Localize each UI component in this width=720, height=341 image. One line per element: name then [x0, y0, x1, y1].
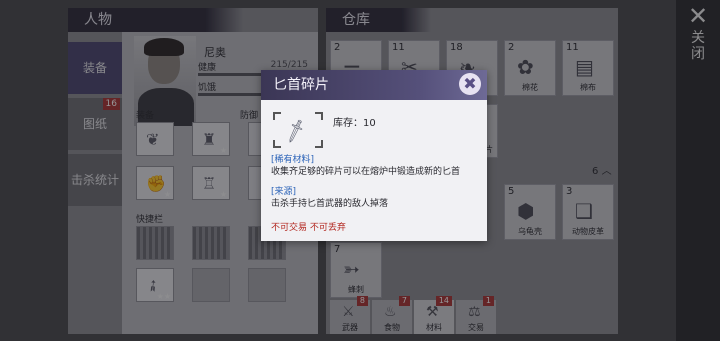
- frame-corner: [315, 112, 323, 120]
- quickbar-slot-1[interactable]: [136, 226, 174, 260]
- warehouse-item[interactable]: 7 ➳ 蜂刺: [330, 242, 382, 298]
- warehouse-item[interactable]: 3 ❑ 动物皮革: [562, 184, 614, 240]
- tab-weapons[interactable]: ⚔ 武器 8: [330, 296, 370, 334]
- item-count: 11: [566, 42, 579, 53]
- dagger-fragment-icon: 🗡: [281, 117, 310, 146]
- quickbar-slot-2[interactable]: [192, 226, 230, 260]
- tab-kill-stats[interactable]: 击杀统计: [68, 154, 122, 206]
- rarity-description: 收集齐足够的碎片可以在熔炉中锻造成新的匕首: [271, 167, 461, 177]
- tab-trade-label: 交易: [468, 323, 484, 332]
- tab-materials[interactable]: ⚒ 材料 14: [414, 296, 454, 334]
- food-icon: ♨: [384, 304, 397, 320]
- item-count: 18: [450, 42, 463, 53]
- tab-equipment-label: 装备: [82, 61, 107, 75]
- item-count: 5: [508, 186, 515, 197]
- tab-trade-badge: 1: [482, 296, 494, 306]
- quickbar-label: 快捷栏: [136, 215, 164, 225]
- warehouse-item[interactable]: 11 ▤ 棉布: [562, 40, 614, 96]
- stock-count: 库存：10: [333, 118, 376, 129]
- item-name: 蜂刺: [348, 285, 364, 294]
- tab-blueprints[interactable]: 图纸 16: [68, 98, 122, 150]
- dialog-title: 匕首碎片: [261, 70, 487, 100]
- star-icon: ★: [219, 190, 227, 199]
- quickbar-slot-5[interactable]: [192, 268, 230, 302]
- collapse-toggle[interactable]: 6 ︿: [592, 162, 612, 177]
- item-name: 棉花: [522, 83, 538, 92]
- item-count: 2: [334, 42, 341, 53]
- close-label[interactable]: 关闭: [691, 30, 705, 62]
- equip-slot-weapon[interactable]: ❦: [136, 122, 174, 156]
- source-description: 击杀手持匕首武器的敌人掉落: [271, 199, 389, 209]
- turtle-shell-icon: ⬢: [517, 199, 535, 223]
- close-icon[interactable]: ✕: [688, 2, 708, 30]
- health-label: 健康: [198, 63, 217, 73]
- tab-materials-badge: 14: [435, 296, 452, 306]
- tab-blueprints-label: 图纸: [82, 117, 107, 131]
- equip-slot-gloves[interactable]: ✊ ★: [136, 166, 174, 200]
- equip-label: 装备: [136, 111, 155, 121]
- star-icon: ★★: [156, 292, 171, 301]
- warehouse-item[interactable]: 5 ⬢ 乌龟壳: [504, 184, 556, 240]
- trade-icon: ⚖: [468, 304, 481, 320]
- dialog-title-text: 匕首碎片: [273, 77, 329, 93]
- dialog-close-button[interactable]: ✖: [459, 73, 481, 95]
- stinger-icon: ➳: [343, 257, 360, 281]
- chevron-up-icon: ︿: [601, 166, 612, 177]
- frame-corner: [273, 112, 281, 120]
- equip-slot-armor[interactable]: ♜ ★: [192, 122, 230, 156]
- close-icon: ✖: [463, 74, 477, 93]
- tab-kill-stats-label: 击杀统计: [70, 173, 119, 187]
- character-name: 尼奥: [204, 46, 226, 59]
- leather-icon: ❑: [575, 199, 593, 223]
- item-preview: 🗡: [273, 112, 323, 148]
- warehouse-item[interactable]: 2 ✿ 棉花: [504, 40, 556, 96]
- tab-food-badge: 7: [398, 296, 410, 306]
- item-count: 7: [334, 244, 341, 255]
- tab-equipment[interactable]: 装备: [68, 42, 122, 94]
- materials-icon: ⚒: [426, 304, 439, 320]
- item-count: 2: [508, 42, 515, 53]
- warehouse-category-tabs: ⚔ 武器 8 ♨ 食物 7 ⚒ 材料 14 ⚖ 交易 1: [326, 296, 618, 334]
- blueprints-badge: 16: [102, 98, 120, 110]
- cloth-icon: ▤: [575, 55, 594, 79]
- tab-food[interactable]: ♨ 食物 7: [372, 296, 412, 334]
- warehouse-header: 仓库: [326, 8, 618, 32]
- sword-icon: ⚔: [342, 304, 355, 320]
- close-rail[interactable]: ✕ 关闭: [676, 0, 720, 341]
- health-value: 215/215: [270, 60, 308, 70]
- star-icon: ★: [163, 190, 171, 199]
- quickbar-slot-spear[interactable]: ➶ ★★: [136, 268, 174, 302]
- hunger-label: 饥饿: [198, 83, 217, 93]
- cotton-icon: ✿: [517, 55, 534, 79]
- defense-label: 防御: [240, 111, 259, 121]
- tab-weapons-badge: 8: [356, 296, 368, 306]
- collapse-count: 6: [592, 166, 599, 177]
- tab-materials-label: 材料: [426, 323, 442, 332]
- item-name: 棉布: [580, 83, 596, 92]
- shirt-icon: ♜: [202, 130, 217, 149]
- item-name: 乌龟壳: [518, 227, 542, 236]
- equip-slot-pants[interactable]: ♖ ★: [192, 166, 230, 200]
- frame-corner: [315, 140, 323, 148]
- leaf-blade-icon: ❦: [146, 130, 160, 149]
- tab-food-label: 食物: [384, 323, 400, 332]
- game-screen: 人物 装备 图纸 16 击杀统计 尼奥 健康 215/215 饥饿 装备 防御 …: [0, 0, 720, 341]
- item-count: 3: [566, 186, 573, 197]
- pants-icon: ♖: [202, 174, 217, 193]
- quickbar-slot-6[interactable]: [248, 268, 286, 302]
- tab-weapons-label: 武器: [342, 323, 358, 332]
- item-name: 动物皮革: [572, 227, 604, 236]
- item-count: 11: [392, 42, 405, 53]
- trade-restriction: 不可交易 不可丢弃: [271, 223, 346, 233]
- tab-trade[interactable]: ⚖ 交易 1: [456, 296, 496, 334]
- portrait-hair: [144, 38, 184, 56]
- character-tabs: 装备 图纸 16 击杀统计: [68, 42, 122, 210]
- frame-corner: [273, 140, 281, 148]
- star-icon: ★: [219, 146, 227, 155]
- item-detail-dialog: 匕首碎片 ✖ 🗡 库存：10 [稀有材料] 收集齐足够的碎片可以在熔炉中锻造成新…: [261, 70, 487, 241]
- character-header: 人物: [68, 8, 318, 32]
